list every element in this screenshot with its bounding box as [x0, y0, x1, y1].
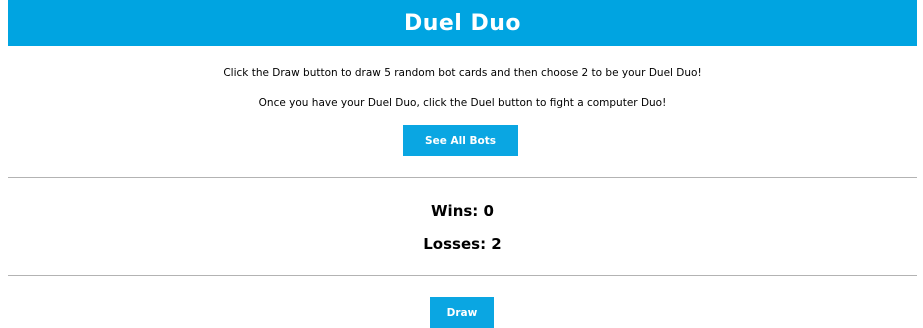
duel-instructions: Once you have your Duel Duo, click the D…	[258, 97, 667, 109]
wins-counter: Wins: 0	[431, 202, 494, 220]
divider-top	[8, 177, 917, 178]
draw-instructions: Click the Draw button to draw 5 random b…	[223, 67, 702, 79]
page-title: Duel Duo	[403, 10, 522, 36]
divider-bottom	[8, 275, 917, 276]
draw-button[interactable]: Draw	[430, 297, 494, 328]
page-header: Duel Duo	[8, 0, 917, 46]
losses-counter: Losses: 2	[423, 235, 502, 253]
see-all-bots-button[interactable]: See All Bots	[403, 125, 518, 156]
